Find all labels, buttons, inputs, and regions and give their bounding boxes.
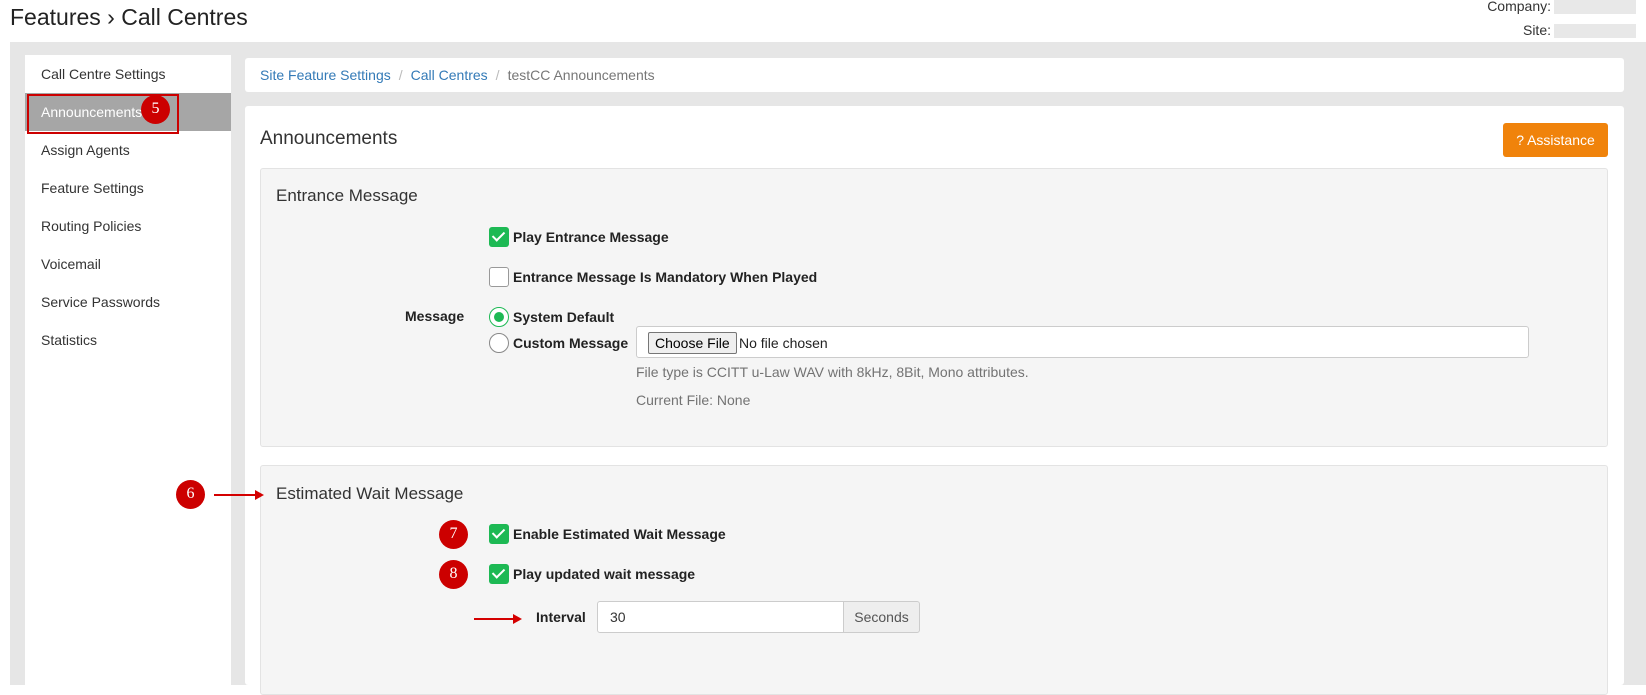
play-entrance-label: Play Entrance Message [513, 229, 669, 245]
sidebar-item-call-centre-settings[interactable]: Call Centre Settings [25, 55, 231, 93]
breadcrumb-separator: / [495, 67, 500, 83]
panel-title: Announcements [260, 128, 398, 149]
interval-unit-addon: Seconds [843, 601, 920, 633]
file-type-help: File type is CCITT u-Law WAV with 8kHz, … [636, 364, 1029, 380]
system-default-label: System Default [513, 309, 615, 325]
annotation-badge-8: 8 [439, 560, 468, 589]
announcements-panel: Announcements ? Assistance Entrance Mess… [245, 106, 1624, 695]
sidebar-item-statistics[interactable]: Statistics [25, 321, 231, 359]
entrance-message-title: Entrance Message [276, 186, 418, 205]
breadcrumb-call-centres[interactable]: Call Centres [411, 67, 488, 83]
assistance-button[interactable]: ? Assistance [1503, 123, 1608, 157]
sidebar-item-assign-agents[interactable]: Assign Agents [25, 131, 231, 169]
page-title: Features › Call Centres [10, 4, 248, 30]
site-label: Site: [1522, 22, 1551, 38]
annotation-badge-7: 7 [439, 520, 468, 549]
annotation-badge-5: 5 [141, 95, 170, 124]
estimated-wait-title: Estimated Wait Message [276, 484, 464, 503]
choose-file-button[interactable]: Choose File [648, 332, 737, 354]
sidebar: Call Centre Settings Announcements Assig… [25, 55, 231, 685]
enable-wait-checkbox[interactable] [489, 524, 509, 544]
breadcrumb-current: testCC Announcements [507, 67, 655, 83]
sidebar-item-service-passwords[interactable]: Service Passwords [25, 283, 231, 321]
play-entrance-checkbox[interactable] [489, 227, 509, 247]
annotation-arrow-interval [474, 614, 522, 624]
interval-label: Interval [536, 609, 586, 625]
company-label: Company: [1487, 0, 1551, 14]
entrance-message-section: Entrance Message Play Entrance Message E… [260, 168, 1608, 447]
sidebar-item-routing-policies[interactable]: Routing Policies [25, 207, 231, 245]
breadcrumb: Site Feature Settings / Call Centres / testC… [245, 58, 1624, 92]
enable-wait-label: Enable Estimated Wait Message [513, 526, 726, 542]
file-upload-field: Choose File No file chosen [636, 326, 1529, 358]
sidebar-item-feature-settings[interactable]: Feature Settings [25, 169, 231, 207]
updated-wait-checkbox[interactable] [489, 564, 509, 584]
company-site-info: Company: Site: [1487, 0, 1636, 42]
site-value-redacted [1554, 24, 1636, 39]
message-label: Message [405, 308, 465, 324]
mandatory-checkbox[interactable] [489, 267, 509, 287]
breadcrumb-site-feature-settings[interactable]: Site Feature Settings [260, 67, 391, 83]
current-file-text: Current File: None [636, 392, 751, 408]
no-file-text: No file chosen [739, 335, 828, 351]
custom-message-radio[interactable] [489, 333, 509, 353]
system-default-radio[interactable] [489, 307, 509, 327]
company-value-redacted [1554, 0, 1636, 15]
custom-message-label: Custom Message [513, 335, 629, 351]
breadcrumb-separator: / [398, 67, 403, 83]
annotation-arrow-wait-title [214, 490, 264, 500]
mandatory-label: Entrance Message Is Mandatory When Playe… [513, 269, 818, 285]
sidebar-item-voicemail[interactable]: Voicemail [25, 245, 231, 283]
updated-wait-label: Play updated wait message [513, 566, 696, 582]
interval-input[interactable]: 30 [597, 601, 844, 633]
annotation-badge-6: 6 [176, 480, 205, 509]
